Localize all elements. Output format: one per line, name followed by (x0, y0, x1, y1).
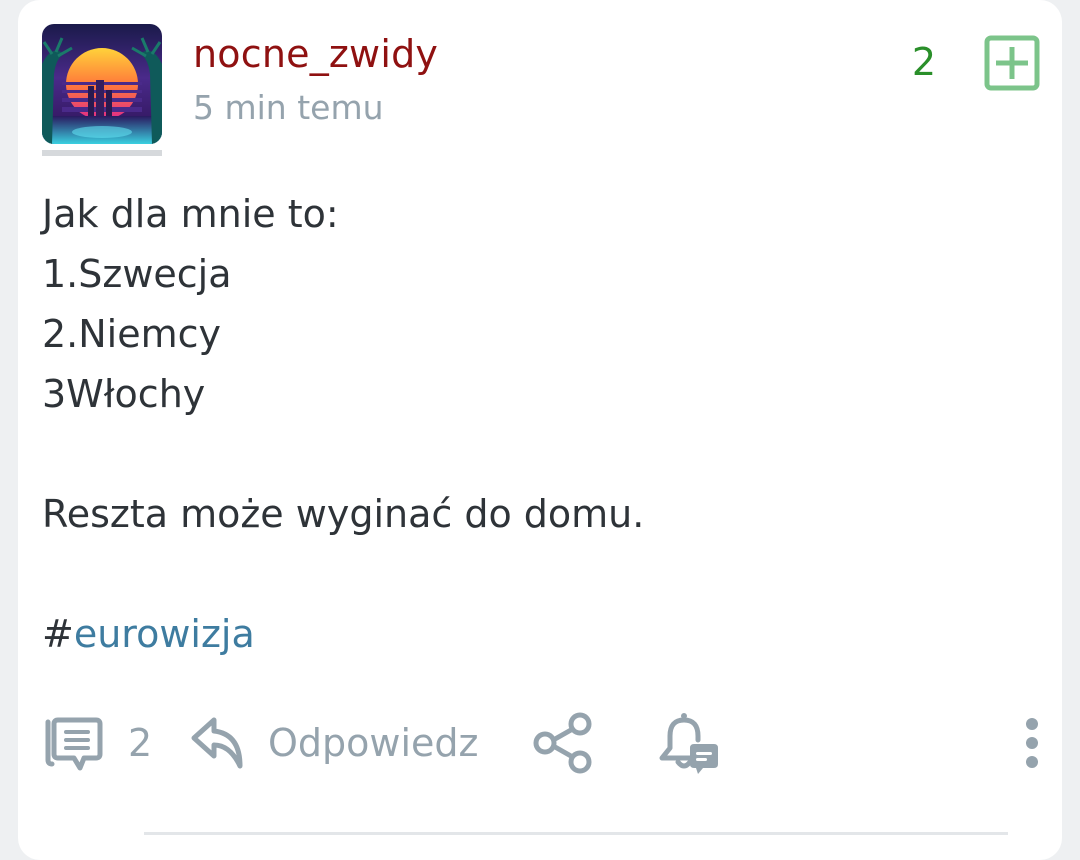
avatar-underline (42, 150, 162, 156)
comments-button[interactable]: 2 (42, 708, 152, 778)
avatar-image (42, 24, 162, 144)
content-line: 3Włochy (42, 372, 206, 416)
entry-actions: 2 Odpowiedz (18, 708, 1062, 778)
bell-comment-icon (659, 713, 718, 774)
entry-card: nocne_zwidy 5 min temu 2 Jak dla mnie to… (18, 0, 1062, 860)
more-options-button[interactable] (1018, 708, 1046, 778)
vote-count: 2 (911, 40, 937, 84)
comments-count: 2 (128, 721, 153, 765)
timestamp[interactable]: 5 min temu (193, 88, 384, 127)
notify-button[interactable] (656, 708, 722, 778)
reply-button[interactable]: Odpowiedz (190, 708, 478, 778)
comments-icon (45, 717, 103, 771)
share-button[interactable] (532, 708, 594, 778)
plus-square-icon (984, 35, 1040, 91)
content-line (42, 424, 1032, 484)
comments-divider (144, 832, 1008, 835)
username[interactable]: nocne_zwidy (193, 32, 438, 76)
share-icon (533, 712, 592, 774)
hashtag-link[interactable]: eurowizja (74, 612, 255, 656)
content-line: Reszta może wyginać do domu. (42, 492, 645, 536)
content-line: 2.Niemcy (42, 312, 222, 356)
avatar[interactable] (42, 24, 162, 144)
content-line: 1.Szwecja (42, 252, 232, 296)
content-line: Jak dla mnie to: (42, 192, 339, 236)
reply-arrow-icon (191, 717, 243, 769)
content-line (42, 544, 1032, 604)
more-vertical-icon (1026, 718, 1038, 768)
reply-label: Odpowiedz (268, 721, 479, 765)
hashtag-symbol: # (42, 612, 74, 656)
hashtag-line: #eurowizja (42, 604, 1032, 664)
entry-body: Jak dla mnie to: 1.Szwecja 2.Niemcy 3Wło… (42, 184, 1032, 664)
plus-vote-button[interactable] (984, 35, 1040, 91)
